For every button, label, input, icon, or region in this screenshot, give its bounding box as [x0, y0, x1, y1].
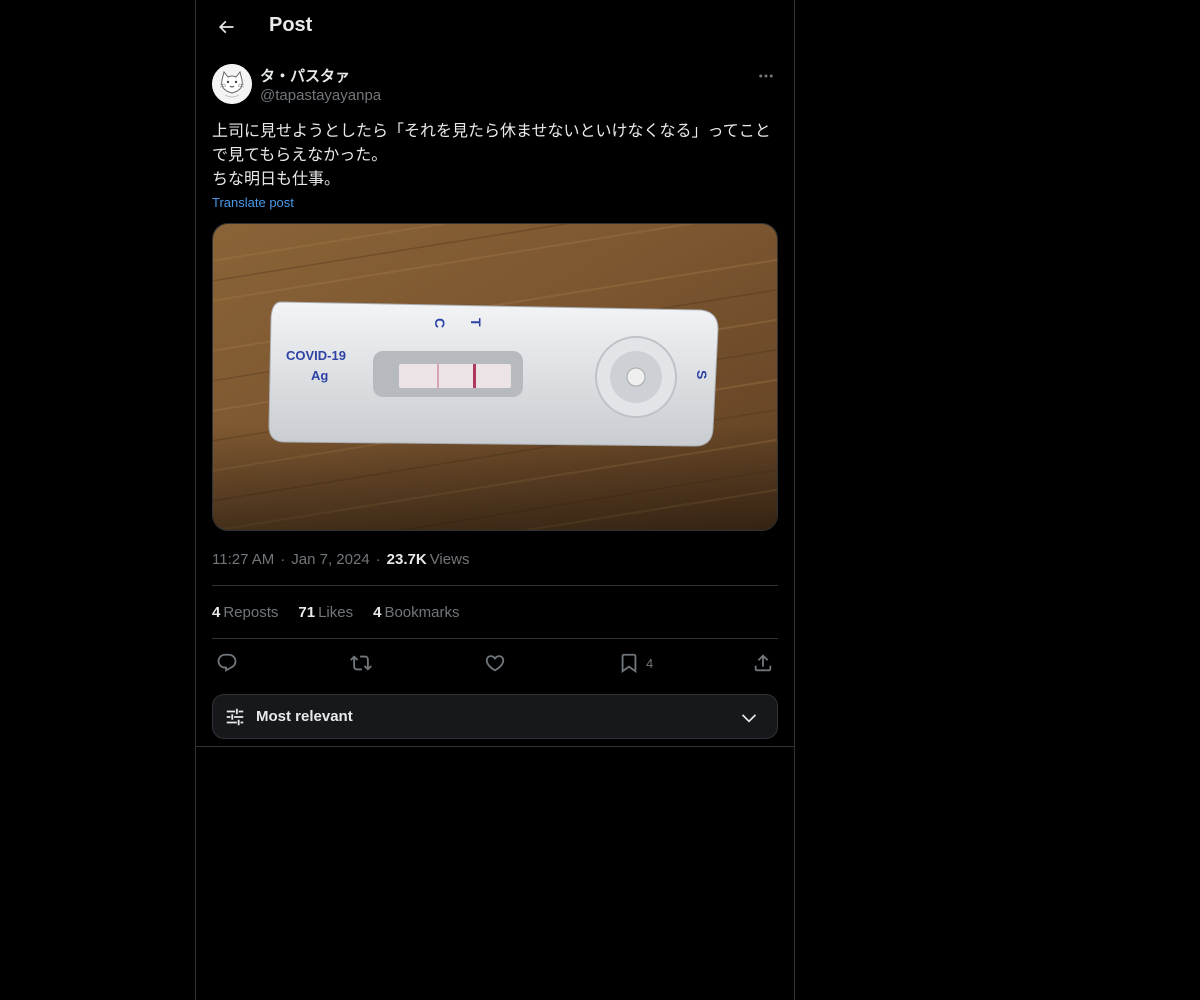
bookmark-count: 4 — [646, 655, 654, 671]
post-metadata: 11:27 AM · Jan 7, 2024 · 23.7K Views — [212, 551, 469, 568]
heart-icon — [485, 655, 505, 672]
more-options-button[interactable] — [754, 64, 778, 88]
author-avatar[interactable] — [212, 64, 252, 104]
reply-sort-dropdown[interactable]: Most relevant — [212, 694, 778, 739]
reply-button[interactable] — [216, 648, 238, 678]
bookmarks-count: 4 — [373, 604, 382, 621]
divider — [212, 585, 778, 586]
reply-icon — [217, 653, 237, 672]
action-bar: 4 — [212, 648, 778, 678]
post-time[interactable]: 11:27 AM — [212, 551, 274, 568]
arrow-left-icon — [218, 20, 234, 34]
engagement-stats: 4 Reposts 71 Likes 4 Bookmarks — [212, 604, 459, 621]
meta-separator: · — [375, 551, 381, 568]
divider — [212, 638, 778, 639]
share-button[interactable] — [752, 648, 774, 678]
likes-count: 71 — [298, 604, 316, 621]
device-label-line1: COVID-19 — [286, 348, 346, 363]
page-title: Post — [269, 14, 313, 36]
author-handle[interactable]: @tapastayayanpa — [260, 87, 381, 104]
chevron-down-icon — [741, 714, 757, 723]
meta-separator: · — [280, 551, 286, 568]
reposts-count: 4 — [212, 604, 221, 621]
primary-column: Post タ・パスタァ @tapastayayanpa 上司に見せようとしたら「… — [195, 0, 795, 1000]
post-image[interactable]: COVID-19 Ag C T S — [212, 223, 778, 531]
share-icon — [754, 654, 772, 672]
translate-post-link[interactable]: Translate post — [212, 195, 294, 210]
author-row: タ・パスタァ @tapastayayanpa — [212, 64, 778, 108]
like-button[interactable] — [484, 648, 506, 678]
reposts-label: Reposts — [223, 604, 279, 621]
bookmarks-stat[interactable]: 4 Bookmarks — [373, 604, 459, 621]
page-header: Post — [196, 0, 794, 54]
marker-t: T — [468, 318, 484, 327]
cat-avatar-icon — [212, 64, 252, 104]
views-count: 23.7K — [386, 551, 427, 568]
post-article: タ・パスタァ @tapastayayanpa 上司に見せようとしたら「それを見た… — [212, 64, 778, 739]
sort-label: Most relevant — [256, 708, 353, 725]
marker-s: S — [694, 370, 710, 379]
repost-icon — [350, 655, 372, 671]
sliders-icon — [226, 708, 244, 726]
post-text: 上司に見せようとしたら「それを見たら休ませないといけなくなる」ってことで見てもら… — [212, 123, 771, 188]
likes-label: Likes — [318, 604, 354, 621]
reposts-stat[interactable]: 4 Reposts — [212, 604, 278, 621]
back-button[interactable] — [208, 9, 244, 45]
bookmark-icon — [621, 653, 637, 674]
section-divider — [196, 746, 794, 747]
author-display-name[interactable]: タ・パスタァ — [260, 65, 350, 86]
post-date[interactable]: Jan 7, 2024 — [291, 551, 369, 568]
covid-test-photo: COVID-19 Ag C T S — [213, 224, 777, 530]
bookmarks-label: Bookmarks — [384, 604, 460, 621]
more-horizontal-icon — [759, 74, 773, 78]
repost-button[interactable] — [350, 648, 372, 678]
likes-stat[interactable]: 71 Likes — [298, 604, 353, 621]
bookmark-button[interactable]: 4 — [618, 648, 653, 678]
views-label: Views — [429, 551, 470, 568]
marker-c: C — [432, 318, 448, 328]
device-label-line2: Ag — [311, 368, 328, 383]
